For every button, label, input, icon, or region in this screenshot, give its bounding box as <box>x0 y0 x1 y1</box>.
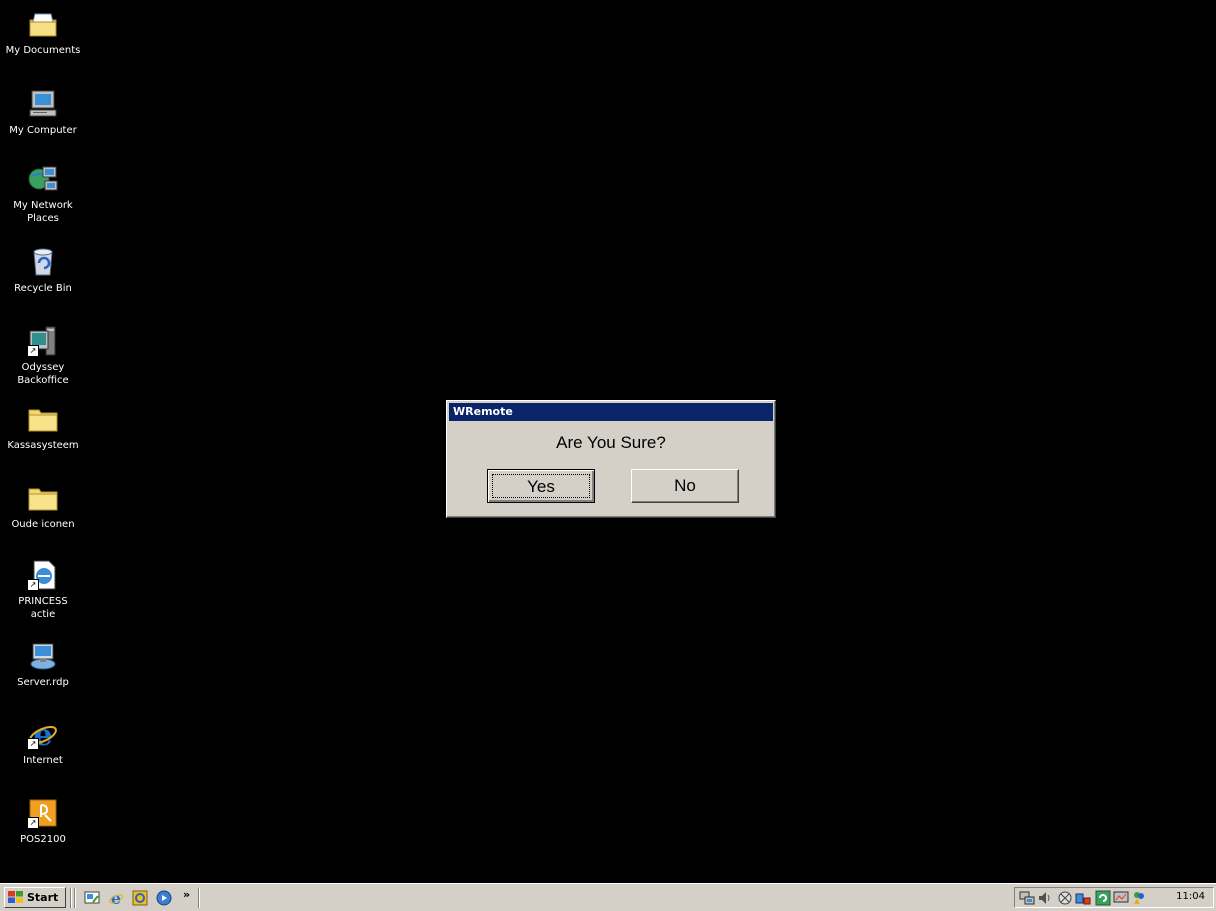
desktop-icon-label: POS2100 <box>20 834 66 845</box>
desktop-icon-label: My Network Places <box>13 200 73 224</box>
desktop-icon-network-places[interactable]: My Network Places <box>0 163 86 225</box>
dialog-message: Are You Sure? <box>556 433 666 452</box>
my-documents-folder-icon <box>27 8 59 40</box>
desktop-icon-internet[interactable]: e ↗ Internet <box>0 718 86 767</box>
desktop-icon-recycle-bin[interactable]: Recycle Bin <box>0 246 86 295</box>
antivirus-icon[interactable] <box>1057 890 1073 906</box>
application-shortcut-icon: ↗ <box>27 325 59 357</box>
start-button[interactable]: Start <box>4 887 66 908</box>
remote-desktop-icon <box>27 640 59 672</box>
desktop-icon-label: My Documents <box>5 45 81 56</box>
folder-icon <box>27 403 59 435</box>
show-desktop-icon[interactable] <box>84 890 100 906</box>
desktop-icon-oude-iconen[interactable]: Oude iconen <box>0 482 86 531</box>
sync-icon[interactable] <box>1095 890 1111 906</box>
desktop-icon-kassasysteem[interactable]: Kassasysteem <box>0 403 86 452</box>
recycle-bin-icon <box>27 246 59 278</box>
desktop-icon-my-computer[interactable]: My Computer <box>0 88 86 137</box>
monitor-icon[interactable] <box>1113 890 1129 906</box>
document-shortcut-icon: ↗ <box>27 559 59 591</box>
shortcut-arrow-icon: ↗ <box>27 579 39 591</box>
desktop-icon-label: Internet <box>23 755 63 766</box>
confirm-dialog: WRemote Are You Sure? Yes No <box>446 400 776 518</box>
taskbar-separator <box>74 888 76 908</box>
desktop-icon-label: Server.rdp <box>17 677 69 688</box>
desktop-icon-label: My Computer <box>9 125 77 136</box>
taskbar-separator <box>198 888 200 908</box>
taskbar-clock[interactable]: 11:04 <box>1176 891 1205 902</box>
shortcut-arrow-icon: ↗ <box>27 345 39 357</box>
desktop-icon-odyssey-backoffice[interactable]: ↗ Odyssey Backoffice <box>0 325 86 387</box>
internet-explorer-icon: e ↗ <box>27 718 59 753</box>
desktop-icon-pos2100[interactable]: ↗ POS2100 <box>0 797 86 846</box>
shortcut-arrow-icon: ↗ <box>27 738 39 750</box>
quick-launch-more-button[interactable]: » <box>183 888 190 901</box>
dialog-title[interactable]: WRemote <box>449 403 773 421</box>
desktop-icon-server-rdp[interactable]: Server.rdp <box>0 640 86 689</box>
shortcut-arrow-icon: ↗ <box>27 817 39 829</box>
media-player-icon[interactable] <box>156 890 172 906</box>
system-tray: 11:04 <box>1014 887 1214 908</box>
taskbar: Start e » 11:04 <box>0 883 1216 911</box>
desktop-icon-label: Odyssey Backoffice <box>17 362 69 386</box>
no-button[interactable]: No <box>631 469 739 503</box>
outlook-icon[interactable] <box>132 890 148 906</box>
desktop-icon-label: Kassasysteem <box>7 440 79 451</box>
pos-shortcut-icon: ↗ <box>27 797 59 829</box>
messenger-icon[interactable] <box>1131 890 1147 906</box>
desktop-icon-my-documents[interactable]: My Documents <box>0 8 86 57</box>
yes-button[interactable]: Yes <box>487 469 595 503</box>
remote-access-icon[interactable] <box>1075 890 1091 906</box>
desktop-icon-label: PRINCESS actie <box>18 596 68 620</box>
desktop: My Documents My Computer My Network Plac… <box>0 0 1216 883</box>
internet-explorer-icon[interactable]: e <box>108 890 124 906</box>
my-computer-icon <box>27 88 59 120</box>
network-connection-icon[interactable] <box>1019 890 1035 906</box>
yes-button-label: Yes <box>492 474 590 498</box>
desktop-icon-label: Recycle Bin <box>14 283 72 294</box>
windows-logo-icon <box>8 891 23 903</box>
start-label: Start <box>27 891 59 904</box>
taskbar-separator <box>70 888 72 908</box>
network-places-icon <box>27 163 59 195</box>
desktop-icon-princess-actie[interactable]: ↗ PRINCESS actie <box>0 559 86 621</box>
folder-icon <box>27 482 59 514</box>
volume-icon[interactable] <box>1037 890 1053 906</box>
desktop-icon-label: Oude iconen <box>11 519 75 530</box>
